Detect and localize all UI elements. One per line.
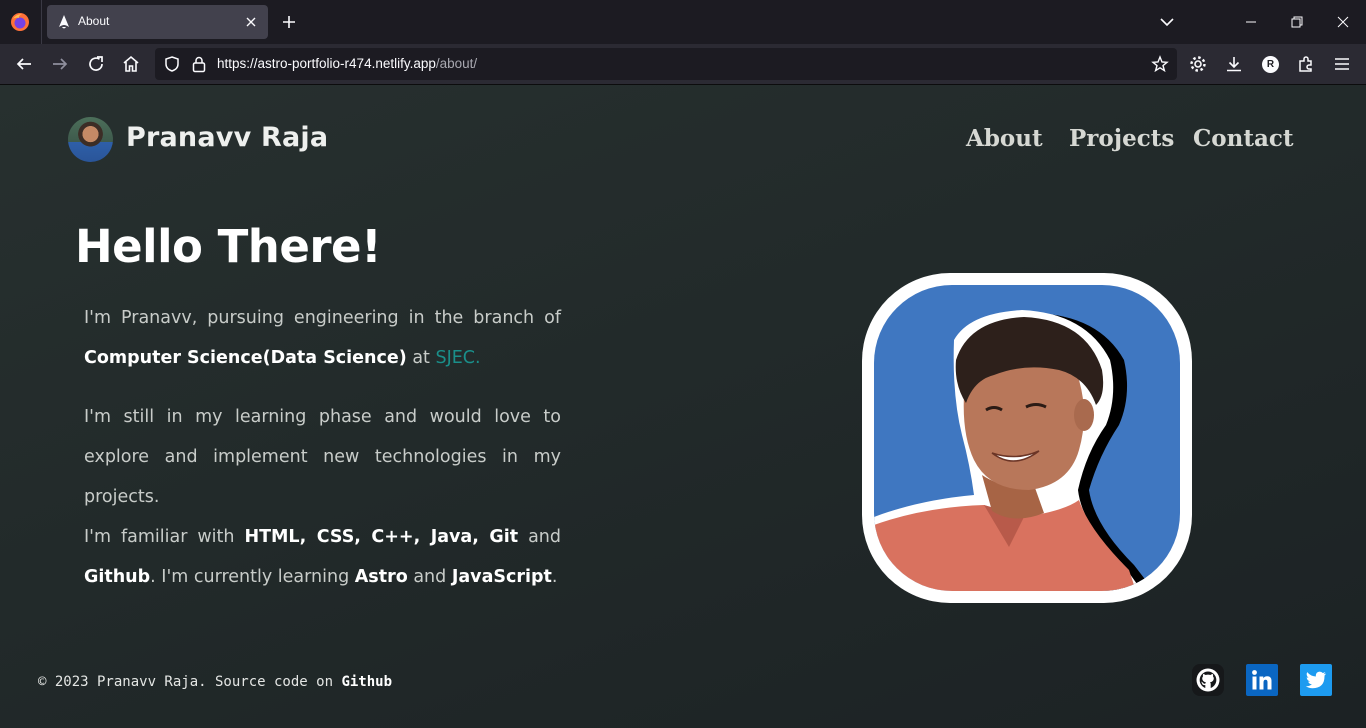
familiar-text: I'm familiar with xyxy=(84,527,235,547)
and-text: and xyxy=(528,527,561,547)
nav-link-projects[interactable]: Projects xyxy=(1069,125,1174,152)
browser-tab-about[interactable]: About xyxy=(47,5,268,39)
back-arrow-icon[interactable] xyxy=(14,54,34,74)
copyright-text: © 2023 Pranavv Raja. Source code on Gith… xyxy=(38,674,392,690)
period: . xyxy=(551,567,558,587)
close-window-icon[interactable] xyxy=(1334,13,1352,31)
restore-icon[interactable] xyxy=(1288,13,1306,31)
extensions-icon[interactable] xyxy=(1296,54,1316,74)
url-bar[interactable]: https://astro-portfolio-r474.netlify.app… xyxy=(155,48,1177,80)
tracking-protection-shield-icon[interactable] xyxy=(163,55,181,73)
browser-nav-bar: https://astro-portfolio-r474.netlify.app… xyxy=(0,44,1366,85)
url-host: https://astro-portfolio-r474.netlify.app xyxy=(217,56,436,71)
tab-title: About xyxy=(78,14,110,28)
forward-arrow-icon[interactable] xyxy=(50,54,70,74)
url-text[interactable]: https://astro-portfolio-r474.netlify.app… xyxy=(217,56,477,71)
firefox-menu-icon[interactable] xyxy=(10,12,30,32)
page-title: Hello There! xyxy=(75,220,382,273)
account-avatar[interactable]: R xyxy=(1262,56,1279,73)
lock-icon[interactable] xyxy=(191,55,207,73)
copyright: © 2023 Pranavv Raja. Source code on xyxy=(38,674,334,690)
url-path: /about/ xyxy=(435,56,478,71)
new-tab-icon[interactable] xyxy=(280,13,298,31)
skills-list: HTML, CSS, C++, Java, Git xyxy=(244,527,519,547)
portrait-photo xyxy=(874,285,1180,591)
skills-paragraph: I'm familiar with HTML, CSS, C++, Java, … xyxy=(84,517,561,597)
hamburger-menu-icon[interactable] xyxy=(1332,54,1352,74)
at-text: at xyxy=(412,348,430,368)
learning-paragraph: I'm still in my learning phase and would… xyxy=(84,407,561,507)
source-code-link[interactable]: Github xyxy=(341,674,392,690)
and-text-2: and xyxy=(413,567,447,587)
avatar[interactable] xyxy=(68,117,113,162)
bookmark-star-icon[interactable] xyxy=(1151,55,1169,73)
linkedin-icon[interactable] xyxy=(1246,664,1278,696)
skill-github: Github xyxy=(84,567,151,587)
page-content: Pranavv Raja About Projects Contact Hell… xyxy=(0,85,1366,728)
college-link[interactable]: SJEC. xyxy=(435,348,480,368)
portrait-frame xyxy=(862,273,1192,603)
gear-icon[interactable] xyxy=(1188,54,1208,74)
reload-icon[interactable] xyxy=(86,54,106,74)
portrait-illustration xyxy=(874,310,1154,591)
minimize-icon[interactable] xyxy=(1242,13,1260,31)
brand-name[interactable]: Pranavv Raja xyxy=(126,122,328,153)
browser-tab-bar: About xyxy=(0,0,1366,44)
nav-link-contact[interactable]: Contact xyxy=(1193,125,1294,152)
astro-favicon-icon xyxy=(59,15,69,29)
github-icon[interactable] xyxy=(1192,664,1224,696)
twitter-icon[interactable] xyxy=(1300,664,1332,696)
list-all-tabs-icon[interactable] xyxy=(1158,13,1176,31)
nav-link-about[interactable]: About xyxy=(966,125,1043,152)
site-header: Pranavv Raja About Projects Contact xyxy=(0,85,1366,195)
branch-text: Computer Science(Data Science) xyxy=(84,348,407,368)
learning-text: . I'm currently learning xyxy=(150,567,350,587)
intro-paragraph: I'm Pranavv, pursuing engineering in the… xyxy=(84,298,561,378)
home-icon[interactable] xyxy=(121,54,141,74)
downloads-icon[interactable] xyxy=(1224,54,1244,74)
close-tab-icon[interactable] xyxy=(243,14,259,30)
learning-javascript: JavaScript xyxy=(451,567,552,587)
tab-separator xyxy=(41,0,42,44)
learning-astro: Astro xyxy=(354,567,408,587)
intro-text: I'm Pranavv, pursuing engineering in the… xyxy=(84,308,561,328)
